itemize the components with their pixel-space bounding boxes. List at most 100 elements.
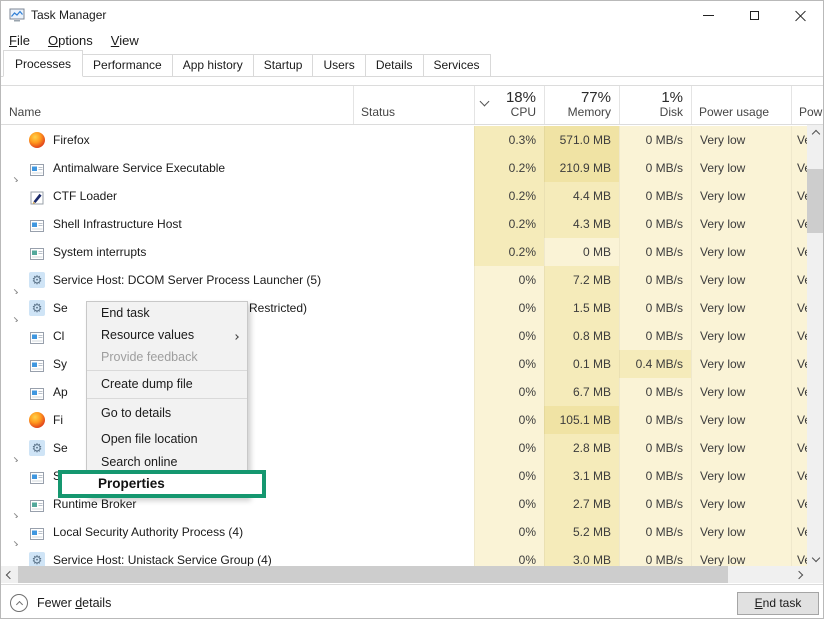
context-menu-item-create-dump-file[interactable]: Create dump file (87, 372, 247, 396)
power-trend-cell: Ve (791, 434, 807, 462)
process-row[interactable]: CTF Loader0.2%4.4 MB0 MB/sVery lowVe (1, 182, 807, 210)
column-header-disk[interactable]: Disk (619, 105, 683, 119)
memory-cell: 0.1 MB (544, 350, 619, 378)
horizontal-scrollbar[interactable] (1, 566, 807, 583)
annotation-highlight: Properties (58, 470, 266, 498)
tab-details[interactable]: Details (365, 54, 424, 77)
fewer-details-toggle[interactable]: Fewer details (10, 594, 111, 612)
minimize-button[interactable] (685, 1, 731, 29)
process-row[interactable]: Antimalware Service Executable0.2%210.9 … (1, 154, 807, 182)
tab-performance[interactable]: Performance (82, 54, 173, 77)
status-cell (353, 126, 474, 154)
column-header-power-usage[interactable]: Power usage (699, 105, 769, 119)
column-header-name[interactable]: Name (9, 105, 41, 119)
status-cell (353, 182, 474, 210)
status-cell (353, 154, 474, 182)
process-name-cell: ⚙Service Host: Unistack Service Group (4… (1, 546, 353, 566)
chevron-left-icon (5, 570, 13, 578)
memory-cell: 5.2 MB (544, 518, 619, 546)
context-menu-item-properties[interactable]: Properties (62, 474, 262, 494)
process-row[interactable]: Firefox0.3%571.0 MB0 MB/sVery lowVe (1, 126, 807, 154)
tab-startup[interactable]: Startup (253, 54, 314, 77)
end-task-button[interactable]: End task (737, 592, 819, 615)
column-header-cpu[interactable]: CPU (474, 105, 536, 119)
cpu-cell: 0.2% (474, 154, 544, 182)
context-menu-item-search-online[interactable]: Search online (87, 452, 247, 472)
app-window-icon (29, 244, 45, 260)
process-row[interactable]: System interrupts0.2%0 MB0 MB/sVery lowV… (1, 238, 807, 266)
status-cell (353, 434, 474, 462)
cpu-cell: 0% (474, 434, 544, 462)
power-usage-cell: Very low (691, 126, 791, 154)
power-usage-cell: Very low (691, 462, 791, 490)
window-controls (685, 1, 823, 29)
process-name: Cl (53, 322, 64, 350)
expander-icon[interactable] (12, 305, 17, 322)
status-cell (353, 490, 474, 518)
app-window-icon (29, 468, 45, 484)
disk-cell: 0 MB/s (619, 490, 691, 518)
maximize-button[interactable] (731, 1, 777, 29)
column-header-pow[interactable]: Pow (799, 105, 822, 119)
process-row[interactable]: ⚙Service Host: DCOM Server Process Launc… (1, 266, 807, 294)
power-usage-cell: Very low (691, 294, 791, 322)
titlebar[interactable]: Task Manager (1, 1, 823, 29)
power-trend-cell: Ve (791, 210, 807, 238)
expander-icon[interactable] (12, 501, 17, 518)
submenu-arrow-icon (234, 328, 238, 342)
menubar-item-file[interactable]: File (7, 33, 38, 48)
process-name: Service Host: DCOM Server Process Launch… (53, 266, 321, 294)
cpu-cell: 0% (474, 378, 544, 406)
tab-services[interactable]: Services (423, 54, 491, 77)
power-usage-cell: Very low (691, 210, 791, 238)
expander-icon[interactable] (12, 277, 17, 294)
column-header-memory[interactable]: Memory (544, 105, 611, 119)
scroll-down-button[interactable] (807, 549, 824, 566)
scrollbar-corner (807, 566, 824, 583)
expander-icon[interactable] (12, 445, 17, 462)
context-menu-item-resource-values[interactable]: Resource values (87, 324, 247, 346)
process-name-cell: System interrupts (1, 238, 353, 266)
process-row[interactable]: ⚙Service Host: Unistack Service Group (4… (1, 546, 807, 566)
context-menu-item-provide-feedback[interactable]: Provide feedback (87, 346, 247, 368)
power-trend-cell: Ve (791, 126, 807, 154)
power-trend-cell: Ve (791, 462, 807, 490)
power-usage-cell: Very low (691, 518, 791, 546)
scroll-left-button[interactable] (1, 566, 18, 583)
close-button[interactable] (777, 1, 823, 29)
expander-icon[interactable] (12, 165, 17, 182)
expander-icon[interactable] (12, 557, 17, 566)
tab-users[interactable]: Users (312, 54, 365, 77)
vertical-scrollbar[interactable] (807, 125, 824, 566)
cpu-cell: 0% (474, 266, 544, 294)
memory-cell: 4.4 MB (544, 182, 619, 210)
expander-icon[interactable] (12, 529, 17, 546)
process-name: Sy (53, 350, 67, 378)
context-menu-item-open-file-location[interactable]: Open file location (87, 426, 247, 452)
task-manager-window: Task Manager File Options View ProcessesPe… (0, 0, 824, 619)
tab-processes[interactable]: Processes (3, 50, 83, 77)
scroll-right-button[interactable] (790, 566, 807, 583)
column-header-status[interactable]: Status (361, 105, 395, 119)
scroll-up-button[interactable] (807, 125, 824, 142)
process-row[interactable]: Local Security Authority Process (4)0%5.… (1, 518, 807, 546)
tab-app-history[interactable]: App history (172, 54, 254, 77)
process-name: Firefox (53, 126, 90, 154)
power-trend-cell: Ve (791, 518, 807, 546)
context-menu-item-end-task[interactable]: End task (87, 302, 247, 324)
menubar-item-view[interactable]: View (109, 33, 147, 48)
vertical-scrollbar-thumb[interactable] (807, 169, 824, 233)
memory-cell: 3.1 MB (544, 462, 619, 490)
power-usage-cell: Very low (691, 238, 791, 266)
cpu-cell: 0% (474, 462, 544, 490)
cpu-cell: 0.3% (474, 126, 544, 154)
process-row[interactable]: Shell Infrastructure Host0.2%4.3 MB0 MB/… (1, 210, 807, 238)
disk-cell: 0 MB/s (619, 266, 691, 294)
power-usage-cell: Very low (691, 266, 791, 294)
menubar-item-options[interactable]: Options (46, 33, 101, 48)
process-name-cell: CTF Loader (1, 182, 353, 210)
status-cell (353, 238, 474, 266)
horizontal-scrollbar-thumb[interactable] (18, 566, 728, 583)
context-menu-item-go-to-details[interactable]: Go to details (87, 400, 247, 426)
disk-cell: 0 MB/s (619, 154, 691, 182)
